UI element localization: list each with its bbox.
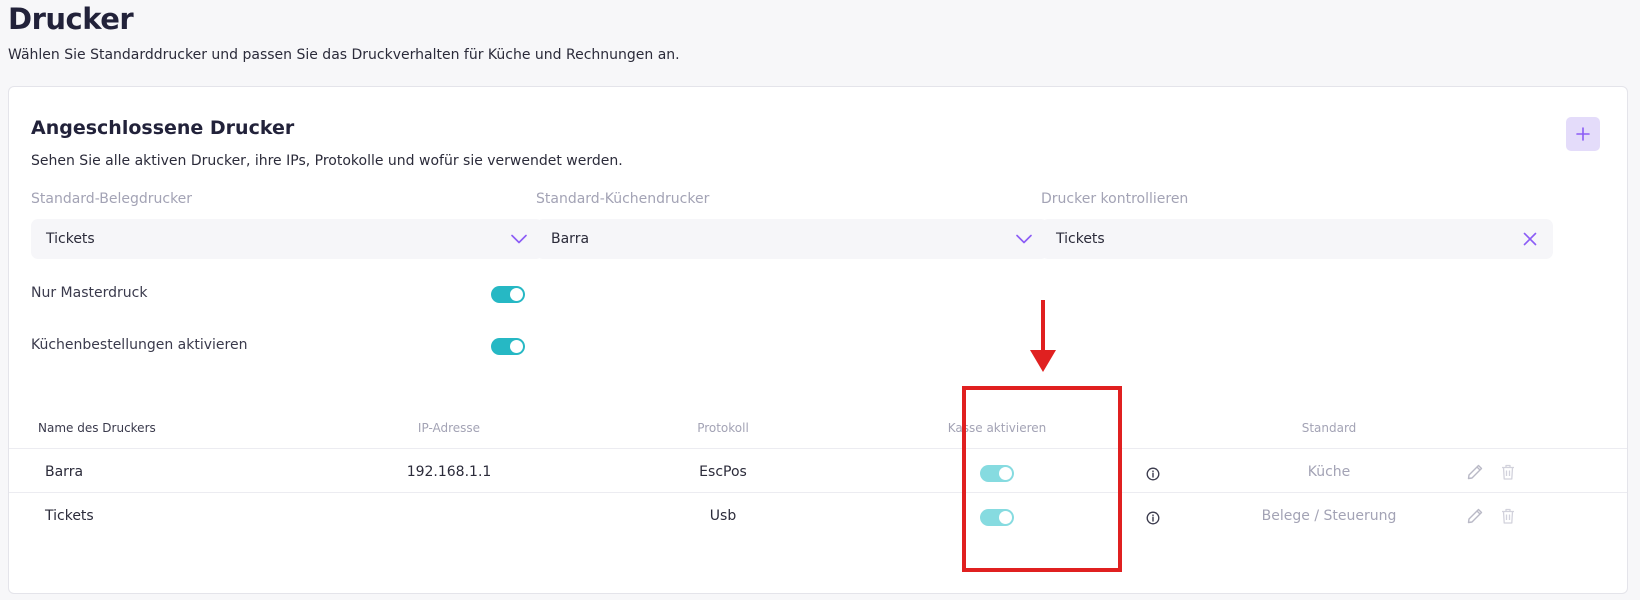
control-printer-label: Drucker kontrollieren <box>1041 191 1189 207</box>
column-header-ip: IP-Adresse <box>417 421 481 435</box>
control-printer-select[interactable]: Tickets <box>1041 219 1553 259</box>
edit-icon[interactable] <box>1465 506 1485 526</box>
table-divider <box>9 492 1627 493</box>
receipt-printer-value: Tickets <box>46 231 95 247</box>
annotation-arrow <box>1030 300 1056 372</box>
column-header-name: Name des Druckers <box>38 421 156 435</box>
info-icon[interactable] <box>1146 511 1160 525</box>
printer-name: Tickets <box>45 508 94 524</box>
control-printer-value: Tickets <box>1056 231 1105 247</box>
printer-protocol: Usb <box>709 508 737 524</box>
printers-card: Angeschlossene Drucker Sehen Sie alle ak… <box>8 86 1628 594</box>
chevron-down-icon <box>511 234 527 244</box>
chevron-down-icon <box>1016 234 1032 244</box>
page-title: Drucker <box>8 2 134 36</box>
column-header-standard: Standard <box>1301 421 1357 435</box>
kitchen-printer-label: Standard-Küchendrucker <box>536 191 710 207</box>
receipt-printer-label: Standard-Belegdrucker <box>31 191 193 207</box>
add-printer-button[interactable] <box>1566 117 1600 151</box>
printer-name: Barra <box>45 464 84 480</box>
annotation-highlight-box <box>962 386 1122 572</box>
info-icon[interactable] <box>1146 467 1160 481</box>
section-description: Sehen Sie alle aktiven Drucker, ihre IPs… <box>31 153 623 169</box>
table-divider <box>9 448 1627 449</box>
printer-ip: 192.168.1.1 <box>406 464 492 480</box>
printer-standard: Küche <box>1307 464 1351 480</box>
page-subtitle: Wählen Sie Standarddrucker und passen Si… <box>8 47 680 63</box>
kitchen-printer-value: Barra <box>551 231 590 247</box>
plus-icon <box>1576 127 1590 141</box>
kitchen-orders-toggle[interactable] <box>491 338 525 355</box>
kitchen-orders-label: Küchenbestellungen aktivieren <box>31 337 248 353</box>
edit-icon[interactable] <box>1465 462 1485 482</box>
receipt-printer-select[interactable]: Tickets <box>31 219 543 259</box>
trash-icon[interactable] <box>1498 462 1518 482</box>
column-header-protocol: Protokoll <box>697 421 749 435</box>
trash-icon[interactable] <box>1498 506 1518 526</box>
section-title: Angeschlossene Drucker <box>31 117 295 139</box>
printer-standard: Belege / Steuerung <box>1261 508 1397 524</box>
kitchen-printer-select[interactable]: Barra <box>536 219 1048 259</box>
printer-protocol: EscPos <box>699 464 747 480</box>
close-icon[interactable] <box>1523 232 1537 246</box>
master-print-toggle[interactable] <box>491 286 525 303</box>
master-print-label: Nur Masterdruck <box>31 285 148 301</box>
